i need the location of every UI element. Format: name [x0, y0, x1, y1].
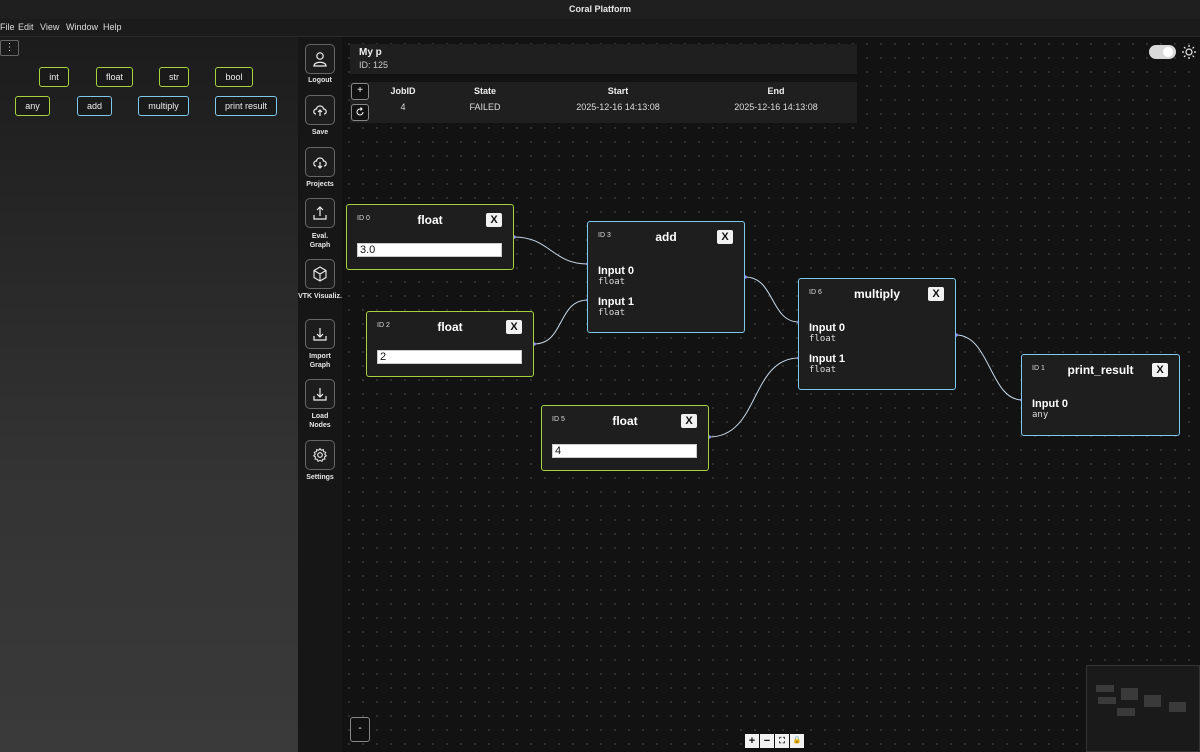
port-type: any	[1032, 410, 1049, 420]
node-close-button[interactable]: X	[506, 320, 522, 334]
port-input-0: Input 0	[809, 322, 846, 334]
zoom-in-button[interactable]: +	[745, 734, 759, 748]
zoom-out-button[interactable]: −	[760, 734, 774, 748]
node-close-button[interactable]: X	[681, 414, 697, 428]
node-close-button[interactable]: X	[486, 213, 502, 227]
edge-3-to-6-in0	[744, 276, 800, 323]
node-value-input[interactable]	[552, 444, 697, 458]
edge-5-to-6-in1	[708, 357, 800, 438]
node-close-button[interactable]: X	[717, 230, 733, 244]
node-close-button[interactable]: X	[1152, 363, 1168, 377]
port-type: float	[809, 334, 837, 344]
port-input-1: Input 1	[598, 296, 635, 308]
lock-icon[interactable]: 🔒	[790, 734, 804, 748]
node-value-input[interactable]	[357, 243, 502, 257]
node-float-2[interactable]: ID 2 float X	[366, 311, 534, 377]
node-value-input[interactable]	[377, 350, 522, 364]
edge-0-to-3-in0	[513, 236, 589, 265]
port-input-0: Input 0	[1032, 398, 1069, 410]
edge-6-to-1-in0	[955, 334, 1023, 401]
edge-2-to-3-in1	[533, 299, 589, 345]
node-float-5[interactable]: ID 5 float X	[541, 405, 709, 471]
port-type: float	[598, 277, 626, 287]
port-type: float	[598, 308, 626, 318]
node-print-result-1[interactable]: ID 1 print_result X Input 0 any	[1021, 354, 1180, 436]
port-input-0: Input 0	[598, 265, 635, 277]
fit-view-button[interactable]: ⛶	[775, 734, 789, 748]
graph-edges	[512, 235, 1024, 439]
node-close-button[interactable]: X	[928, 287, 944, 301]
node-float-0[interactable]: ID 0 float X	[346, 204, 514, 270]
node-add-3[interactable]: ID 3 add X Input 0 float Input 1 float	[587, 221, 745, 333]
node-multiply-6[interactable]: ID 6 multiply X Input 0 float Input 1 fl…	[798, 278, 956, 390]
port-input-1: Input 1	[809, 353, 846, 365]
minimap[interactable]	[1086, 665, 1200, 752]
collapse-button[interactable]: -	[350, 717, 370, 742]
port-type: float	[809, 365, 837, 375]
